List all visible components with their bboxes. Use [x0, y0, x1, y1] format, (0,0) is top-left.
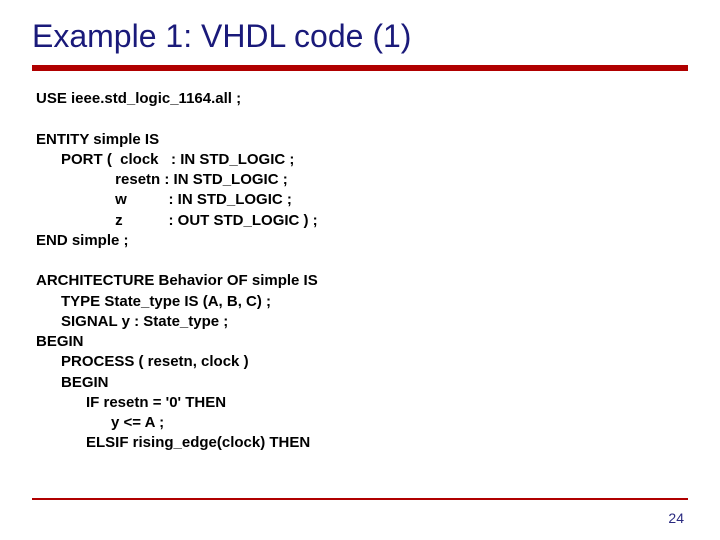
- code-line: ENTITY simple IS: [36, 131, 159, 148]
- slide-title: Example 1: VHDL code (1): [32, 18, 688, 55]
- code-block: USE ieee.std_logic_1164.all ; ENTITY sim…: [32, 89, 688, 454]
- slide: Example 1: VHDL code (1) USE ieee.std_lo…: [0, 0, 720, 540]
- code-line: w : IN STD_LOGIC ;: [36, 191, 292, 208]
- page-number: 24: [668, 510, 684, 526]
- title-rule: [32, 65, 688, 71]
- code-line: BEGIN: [36, 374, 109, 391]
- code-line: ARCHITECTURE Behavior OF simple IS: [36, 272, 318, 289]
- code-line: resetn : IN STD_LOGIC ;: [36, 171, 288, 188]
- code-line: END simple ;: [36, 232, 129, 249]
- code-line: PROCESS ( resetn, clock ): [36, 353, 249, 370]
- code-line: y <= A ;: [36, 414, 164, 431]
- footer-rule: [32, 498, 688, 500]
- code-line: PORT ( clock : IN STD_LOGIC ;: [36, 151, 294, 168]
- code-line: z : OUT STD_LOGIC ) ;: [36, 212, 318, 229]
- code-line: IF resetn = '0' THEN: [36, 394, 226, 411]
- code-line: BEGIN: [36, 333, 84, 350]
- code-line: USE ieee.std_logic_1164.all ;: [36, 90, 241, 107]
- code-line: TYPE State_type IS (A, B, C) ;: [36, 293, 271, 310]
- code-line: ELSIF rising_edge(clock) THEN: [36, 434, 310, 451]
- code-line: SIGNAL y : State_type ;: [36, 313, 228, 330]
